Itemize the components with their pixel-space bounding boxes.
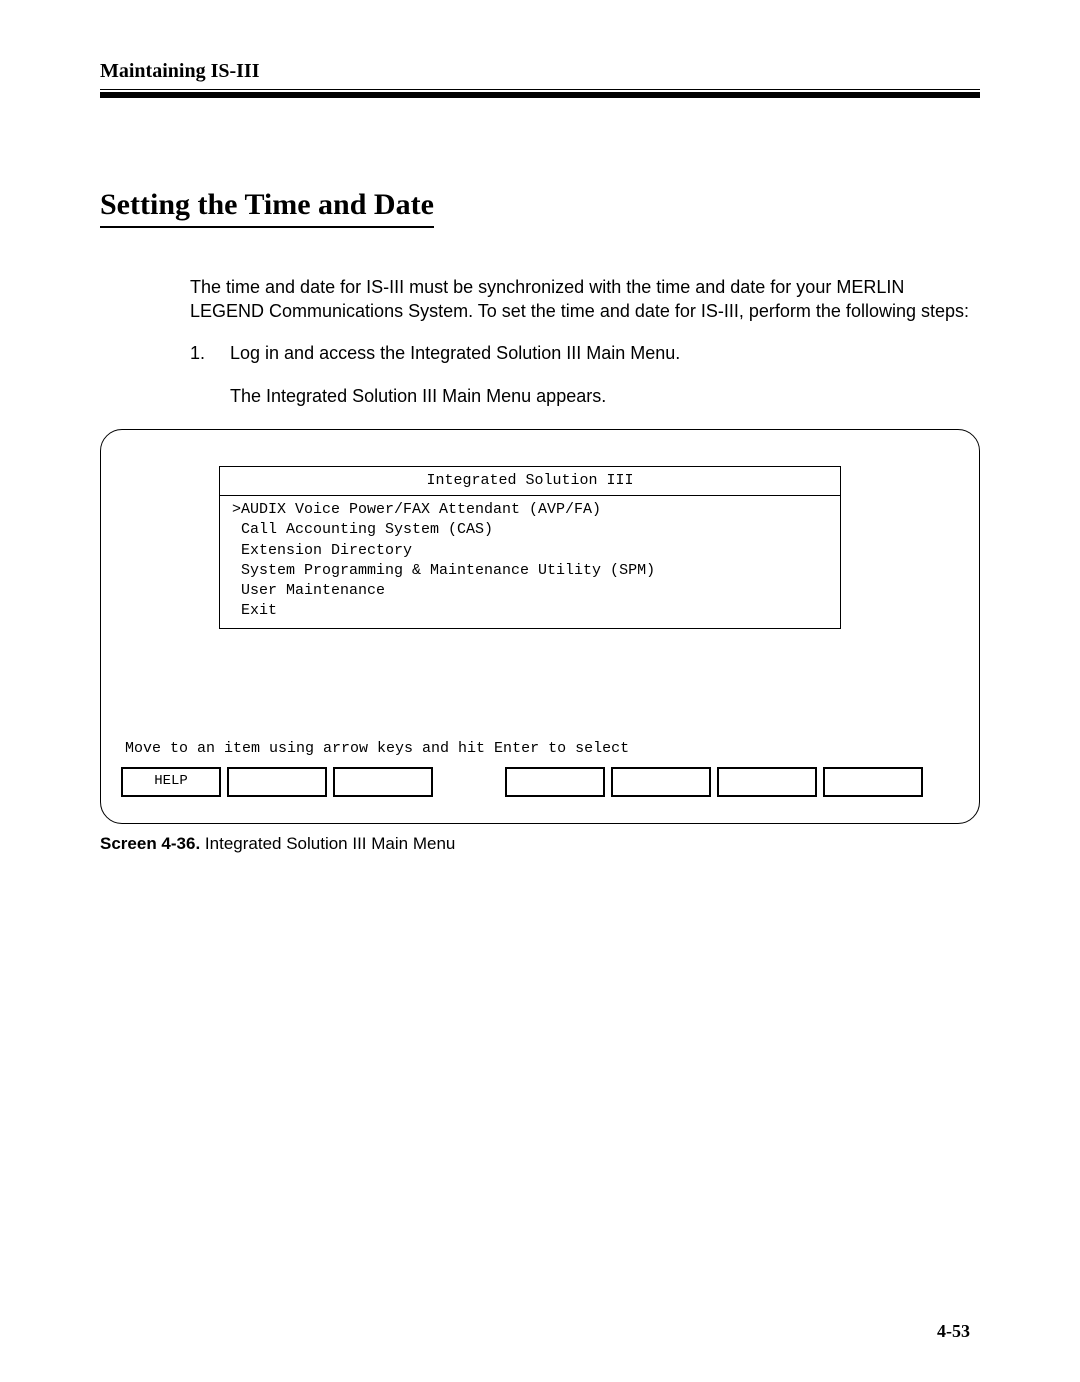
figure-caption-text: Integrated Solution III Main Menu: [205, 834, 455, 853]
fkey-2[interactable]: [227, 767, 327, 797]
fkey-7[interactable]: [823, 767, 923, 797]
menu-item[interactable]: Extension Directory: [232, 541, 828, 561]
terminal-screen: Integrated Solution III >AUDIX Voice Pow…: [100, 429, 980, 824]
fkey-3[interactable]: [333, 767, 433, 797]
figure-caption: Screen 4-36. Integrated Solution III Mai…: [100, 834, 980, 854]
fkey-gap: [439, 767, 499, 797]
intro-paragraph: The time and date for IS-III must be syn…: [190, 275, 970, 324]
fkey-4[interactable]: [505, 767, 605, 797]
menu-item[interactable]: Call Accounting System (CAS): [232, 520, 828, 540]
menu-title: Integrated Solution III: [220, 467, 840, 496]
page-number: 4-53: [937, 1321, 970, 1342]
menu-box: Integrated Solution III >AUDIX Voice Pow…: [219, 466, 841, 629]
running-header: Maintaining IS-III: [100, 60, 980, 83]
header-rule-thick: [100, 92, 980, 98]
step-number: 1.: [190, 341, 230, 365]
figure-label: Screen 4-36.: [100, 834, 200, 853]
fkey-help[interactable]: HELP: [121, 767, 221, 797]
section-title: Setting the Time and Date: [100, 188, 434, 228]
fkey-6[interactable]: [717, 767, 817, 797]
fkey-5[interactable]: [611, 767, 711, 797]
hint-line: Move to an item using arrow keys and hit…: [125, 739, 961, 759]
menu-item[interactable]: User Maintenance: [232, 581, 828, 601]
step-result: The Integrated Solution III Main Menu ap…: [230, 386, 980, 407]
header-rule-thin: [100, 89, 980, 90]
step-1: 1. Log in and access the Integrated Solu…: [190, 341, 980, 365]
menu-items: >AUDIX Voice Power/FAX Attendant (AVP/FA…: [220, 496, 840, 628]
menu-item[interactable]: >AUDIX Voice Power/FAX Attendant (AVP/FA…: [232, 500, 828, 520]
menu-item[interactable]: System Programming & Maintenance Utility…: [232, 561, 828, 581]
function-key-row: HELP: [121, 767, 961, 797]
menu-item[interactable]: Exit: [232, 601, 828, 621]
step-text: Log in and access the Integrated Solutio…: [230, 341, 980, 365]
